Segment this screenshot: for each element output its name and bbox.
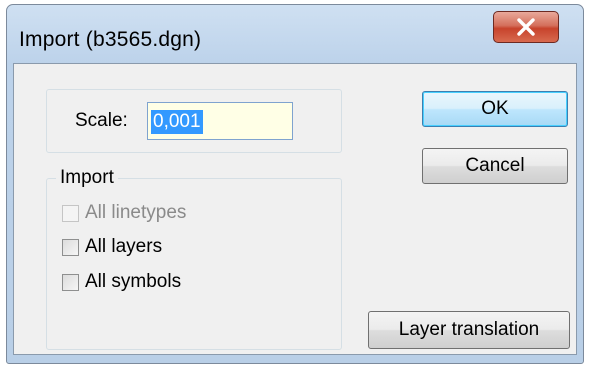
close-button[interactable]	[493, 11, 559, 43]
checkbox-label: All layers	[85, 236, 163, 257]
title-bar[interactable]: Import (b3565.dgn)	[7, 5, 583, 63]
window-title: Import (b3565.dgn)	[19, 28, 202, 51]
checkbox-all-layers[interactable]: All layers	[62, 235, 162, 259]
import-dialog-window: Import (b3565.dgn) Scale: 0,001 Import A…	[6, 4, 584, 364]
layer-translation-button[interactable]: Layer translation	[368, 311, 570, 349]
checkbox-label: All linetypes	[85, 202, 187, 223]
import-group-legend: Import	[56, 167, 118, 189]
ok-button[interactable]: OK	[422, 91, 568, 127]
checkbox-all-linetypes[interactable]: All linetypes	[62, 201, 186, 225]
checkbox-square[interactable]	[62, 204, 79, 222]
checkbox-square[interactable]	[62, 238, 79, 256]
scale-label: Scale:	[75, 110, 128, 131]
close-icon	[517, 18, 535, 36]
scale-input-value: 0,001	[151, 110, 203, 134]
scale-input[interactable]: 0,001	[147, 102, 293, 140]
checkbox-square[interactable]	[62, 273, 79, 291]
scale-group-box: Scale: 0,001	[46, 89, 342, 153]
dialog-body: Scale: 0,001 Import All linetypes All la…	[13, 63, 577, 355]
cancel-button[interactable]: Cancel	[422, 148, 568, 184]
checkbox-all-symbols[interactable]: All symbols	[62, 270, 181, 294]
checkbox-label: All symbols	[85, 271, 182, 292]
